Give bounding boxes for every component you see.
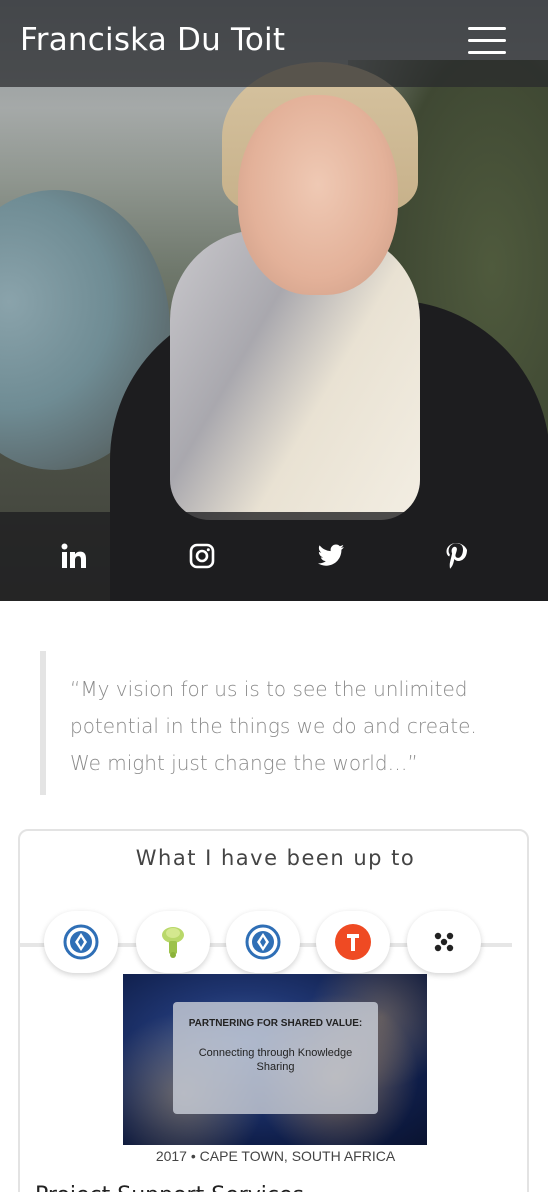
twitter-icon[interactable] <box>307 532 355 580</box>
slide-title-panel: PARTNERING FOR SHARED VALUE: Connecting … <box>173 1002 378 1114</box>
orange-circle-logo-icon <box>335 924 371 960</box>
event-caption: 2017 • CAPE TOWN, SOUTH AFRICA <box>155 1148 396 1164</box>
dots-logo-icon <box>434 932 454 952</box>
slide-heading: PARTNERING FOR SHARED VALUE: <box>188 1018 363 1029</box>
baobab-tree-logo-icon <box>162 927 184 958</box>
quote-line-2: potential in the things we do and create… <box>70 714 477 738</box>
organization-logo-blue-icon <box>63 924 99 960</box>
hero-photo: Franciska Du Toit <box>0 0 548 601</box>
hamburger-menu-icon[interactable] <box>468 27 506 55</box>
timeline-item-3[interactable] <box>226 911 300 973</box>
timeline-item-2[interactable] <box>136 911 210 973</box>
site-title[interactable]: Franciska Du Toit <box>20 22 285 58</box>
activity-title: What I have been up to <box>135 846 416 870</box>
top-navigation-bar: Franciska Du Toit <box>0 0 548 87</box>
vision-quote: “My vision for us is to see the unlimite… <box>40 651 510 795</box>
event-slide-image[interactable]: PARTNERING FOR SHARED VALUE: Connecting … <box>123 974 427 1145</box>
linkedin-icon[interactable] <box>50 532 98 580</box>
hero-person-face <box>238 95 398 295</box>
next-item-heading: Project Support Services <box>35 1183 304 1192</box>
instagram-icon[interactable] <box>178 532 226 580</box>
timeline-item-5[interactable] <box>407 911 481 973</box>
organization-logo-blue-icon <box>245 924 281 960</box>
timeline-item-1[interactable] <box>44 911 118 973</box>
slide-subheading: Connecting through Knowledge Sharing <box>198 1047 353 1073</box>
quote-line-1: “My vision for us is to see the unlimite… <box>70 677 468 701</box>
timeline-item-4[interactable] <box>316 911 390 973</box>
quote-line-3: We might just change the world…” <box>70 751 418 775</box>
pinterest-icon[interactable] <box>432 532 480 580</box>
social-links-bar <box>0 512 548 601</box>
activity-card: What I have been up to PARTNERING FOR SH… <box>18 829 529 1192</box>
